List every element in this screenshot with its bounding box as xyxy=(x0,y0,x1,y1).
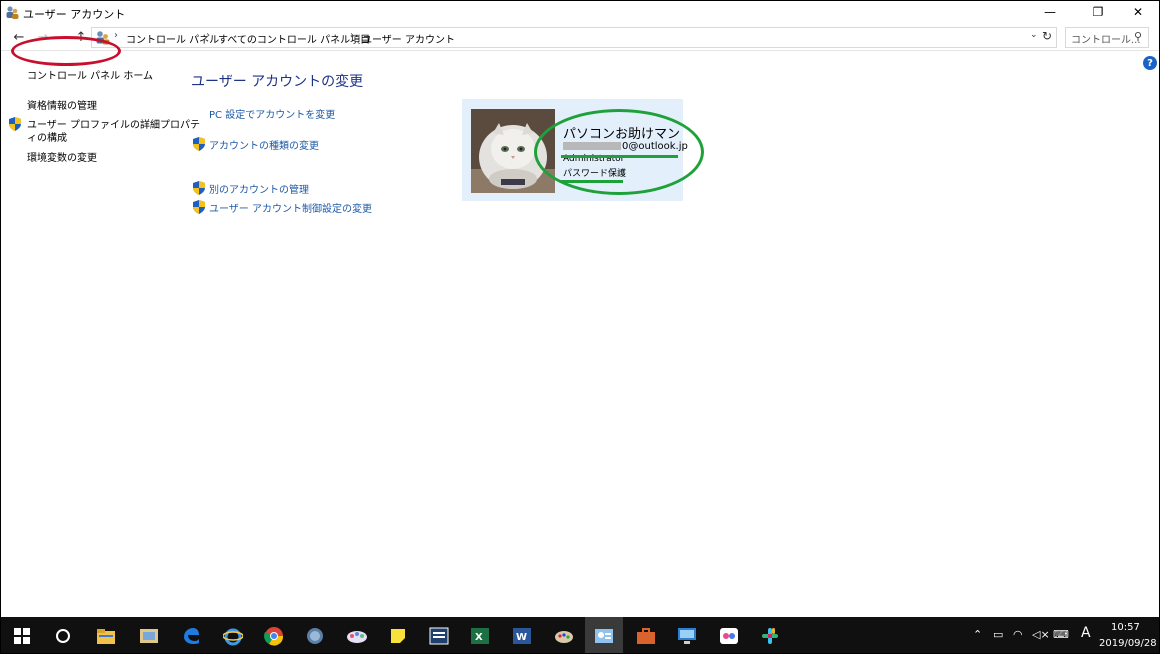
change-account-type-link[interactable]: アカウントの種類の変更 xyxy=(209,137,319,152)
app-icon[interactable] xyxy=(304,625,326,647)
close-button[interactable]: ✕ xyxy=(1115,1,1159,23)
volume-muted-icon[interactable]: ◁× xyxy=(1032,628,1050,641)
uac-shield-icon xyxy=(193,137,205,151)
window-title: ユーザー アカウント xyxy=(23,8,126,21)
user-accounts-icon xyxy=(6,6,19,19)
slack-icon[interactable] xyxy=(759,625,781,647)
sticky-notes-icon[interactable] xyxy=(387,625,409,647)
edge-icon[interactable] xyxy=(180,625,202,647)
uac-shield-icon xyxy=(193,181,205,195)
environment-variables-link[interactable]: 環境変数の変更 xyxy=(27,149,97,164)
manage-credentials-link[interactable]: 資格情報の管理 xyxy=(27,97,97,112)
pc-settings-link[interactable]: PC 設定でアカウントを変更 xyxy=(209,106,335,121)
address-bar[interactable]: › コントロール パネル › すべてのコントロール パネル項目 › ユーザー ア… xyxy=(91,27,1057,48)
svg-text:X: X xyxy=(475,632,483,643)
page-title: ユーザー アカウントの変更 xyxy=(191,74,364,90)
app-icon[interactable] xyxy=(428,625,450,647)
chevron-down-icon[interactable]: ⌄ xyxy=(1030,30,1038,40)
address-row: ← → ⌄ ↑ › コントロール パネル › すべてのコントロール パネル項目 … xyxy=(1,25,1159,51)
taskbar: X W ⌃ ▭ ◠ ◁× ⌨ A 10:57 2019/09/28 xyxy=(1,617,1159,653)
breadcrumb-all-items[interactable]: すべてのコントロール パネル項目 xyxy=(218,31,370,46)
file-explorer-icon[interactable] xyxy=(95,625,117,647)
breadcrumb-separator: › xyxy=(206,30,210,41)
windows-start-icon[interactable] xyxy=(11,625,33,647)
user-accounts-icon[interactable] xyxy=(593,625,615,647)
uac-shield-icon xyxy=(9,117,21,131)
profile-properties-link-line2[interactable]: ィの構成 xyxy=(27,129,67,144)
window: ユーザー アカウント — ❐ ✕ ← → ⌄ ↑ › コントロール パネル › … xyxy=(0,0,1160,654)
remote-desktop-icon[interactable] xyxy=(676,625,698,647)
red-highlight-circle xyxy=(11,36,121,66)
clock-date[interactable]: 2019/09/28 xyxy=(1099,638,1157,649)
breadcrumb-user-accounts[interactable]: ユーザー アカウント xyxy=(362,31,455,46)
green-underline-email xyxy=(561,155,678,158)
uac-shield-icon xyxy=(193,200,205,214)
ime-indicator[interactable]: A xyxy=(1081,625,1091,641)
clock-time[interactable]: 10:57 xyxy=(1111,622,1140,633)
wifi-icon[interactable]: ◠ xyxy=(1013,628,1023,641)
title-bar: ユーザー アカウント — ❐ ✕ xyxy=(1,1,1159,25)
cortana-icon[interactable] xyxy=(52,625,74,647)
battery-icon[interactable]: ▭ xyxy=(993,628,1003,641)
help-icon[interactable]: ? xyxy=(1143,56,1157,70)
control-panel-home-link[interactable]: コントロール パネル ホーム xyxy=(27,67,153,82)
photos-icon[interactable] xyxy=(138,625,160,647)
internet-explorer-icon[interactable] xyxy=(222,625,244,647)
show-hidden-icons-icon[interactable]: ⌃ xyxy=(973,628,982,641)
chrome-icon[interactable] xyxy=(263,625,285,647)
manage-other-account-link[interactable]: 別のアカウントの管理 xyxy=(209,181,309,196)
breadcrumb-separator: › xyxy=(114,30,118,41)
keyboard-icon[interactable]: ⌨ xyxy=(1053,628,1069,641)
left-pane: コントロール パネル ホーム 資格情報の管理 ユーザー プロファイルの詳細プロパ… xyxy=(1,53,200,613)
search-icon[interactable]: ⚲ xyxy=(1134,30,1142,43)
uac-settings-link[interactable]: ユーザー アカウント制御設定の変更 xyxy=(209,200,372,215)
breadcrumb-separator: › xyxy=(350,30,354,41)
paint-icon[interactable] xyxy=(553,625,575,647)
excel-icon[interactable]: X xyxy=(469,625,491,647)
toolbox-icon[interactable] xyxy=(635,625,657,647)
minimize-button[interactable]: — xyxy=(1027,1,1073,23)
green-underline-password xyxy=(561,180,623,183)
refresh-icon[interactable]: ↻ xyxy=(1042,29,1052,43)
app-icon[interactable] xyxy=(718,625,740,647)
svg-text:W: W xyxy=(516,632,527,643)
search-input[interactable]: コントロール... ⚲ xyxy=(1065,27,1149,48)
paint-icon[interactable] xyxy=(346,625,368,647)
word-icon[interactable]: W xyxy=(511,625,533,647)
search-placeholder: コントロール... xyxy=(1071,35,1141,46)
